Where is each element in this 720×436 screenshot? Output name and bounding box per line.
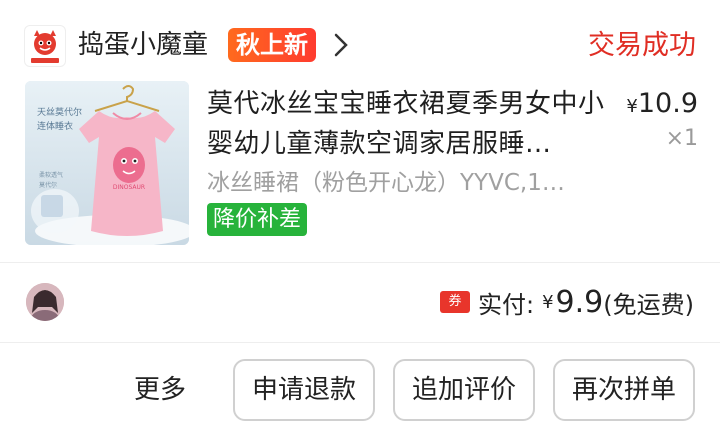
chevron-right-icon[interactable] — [327, 30, 357, 60]
product-quantity: ×1 — [665, 126, 698, 151]
devil-mascot-icon — [31, 30, 59, 63]
refund-button[interactable]: 申请退款 — [233, 359, 375, 421]
product-title[interactable]: 莫代冰丝宝宝睡衣裙夏季男女中小婴幼儿童薄款空调家居服睡… — [207, 84, 605, 164]
reorder-button[interactable]: 再次拼单 — [553, 359, 695, 421]
divider — [0, 342, 720, 343]
payment-label: 实付: — [478, 290, 535, 319]
add-review-button[interactable]: 追加评价 — [393, 359, 535, 421]
product-price: ¥10.9 — [626, 86, 698, 125]
product-image-text-1: 天丝莫代尔 — [37, 106, 82, 118]
price-currency: ¥ — [626, 96, 638, 117]
product-image-text-2: 连体睡衣 — [37, 120, 73, 132]
price-adjust-tag: 降价补差 — [207, 203, 308, 236]
payment-summary: 券 实付: ¥ 9.9 (免运费) — [440, 282, 694, 322]
product-sku: 冰丝睡裙（粉色开心龙）YYVC,1… — [207, 170, 565, 196]
divider — [0, 262, 720, 263]
payment-currency: ¥ — [542, 291, 554, 313]
shipping-note: (免运费) — [603, 290, 694, 319]
more-button[interactable]: 更多 — [134, 372, 186, 408]
product-image-text-4: 莫代尔 — [39, 181, 57, 189]
product-image-text-3: 柔软透气 — [39, 171, 63, 179]
shop-badge: 秋上新 — [228, 28, 316, 62]
order-status: 交易成功 — [588, 30, 696, 61]
avatar[interactable] — [26, 283, 64, 321]
product-image[interactable]: DINOSAUR 天丝莫代尔 连体睡衣 柔软透气 莫代尔 — [25, 81, 189, 245]
price-value: 10.9 — [637, 88, 698, 119]
product-image-logo-text: DINOSAUR — [113, 184, 145, 191]
shop-name[interactable]: 捣蛋小魔童 — [78, 27, 208, 63]
payment-amount: 9.9 — [555, 284, 604, 320]
coupon-icon: 券 — [440, 291, 470, 313]
shop-logo[interactable] — [24, 25, 66, 67]
